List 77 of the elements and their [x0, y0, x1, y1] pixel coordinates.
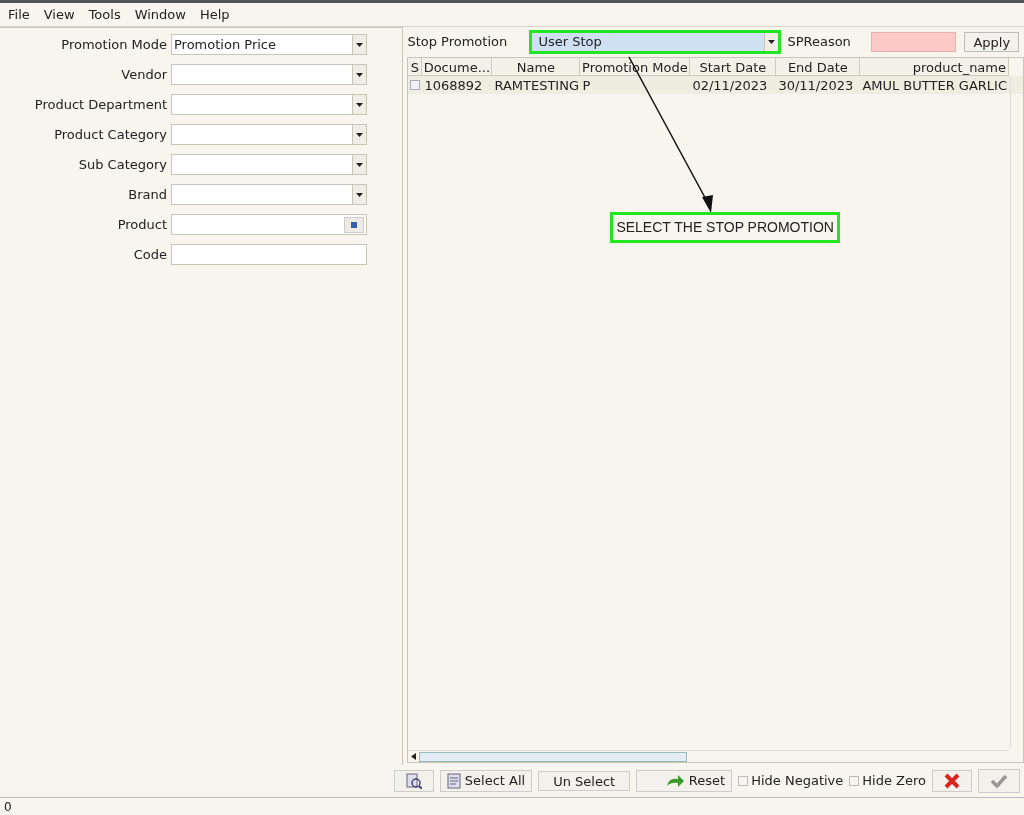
table-cell-text: 30/11/2023 [777, 77, 855, 94]
caret-icon [356, 192, 363, 197]
preview-button[interactable] [393, 770, 434, 792]
input-field[interactable] [171, 244, 367, 265]
caret-icon [356, 42, 363, 47]
menu-item[interactable]: Help [199, 4, 230, 25]
dropdown-field[interactable] [171, 184, 367, 205]
dropdown-field[interactable] [171, 124, 367, 145]
checkmark-icon [990, 774, 1008, 788]
field-label: Product Department [33, 95, 167, 114]
dropdown-value: Promotion Price [173, 35, 277, 54]
dropdown-button[interactable] [352, 155, 366, 174]
checkbox-label: Hide Zero [862, 772, 926, 791]
redo-arrow-icon [664, 774, 685, 788]
caret-icon [768, 40, 776, 44]
cancel-button[interactable] [932, 770, 972, 792]
field-label: SPReason [787, 33, 852, 52]
column-header[interactable]: product_name [860, 58, 1009, 76]
table-cell-text: 02/11/2023 [691, 77, 769, 94]
dropdown-field[interactable] [171, 64, 367, 85]
field-label: Brand [127, 185, 167, 204]
caret-icon [356, 72, 363, 77]
field-label: Stop Promotion [407, 33, 509, 52]
ok-button[interactable] [978, 769, 1020, 793]
menu-item[interactable]: Tools [88, 4, 121, 25]
field-label: Sub Category [77, 155, 167, 174]
caret-icon [356, 162, 363, 167]
column-header[interactable]: Docume... [422, 58, 493, 76]
horizontal-scrollbar[interactable] [408, 750, 1009, 762]
input-field[interactable] [871, 32, 957, 52]
menu-item[interactable]: File [8, 4, 30, 25]
table-cell-text: RAMTESTING [493, 77, 580, 94]
select-all-button[interactable]: Select All [439, 770, 533, 792]
magnifier-icon [405, 773, 422, 789]
dropdown-button[interactable] [352, 125, 366, 144]
dropdown-value: User Stop [537, 33, 603, 52]
dropdown-button[interactable] [352, 65, 366, 84]
column-header[interactable]: Name [492, 58, 581, 76]
document-icon [446, 773, 461, 789]
caret-icon [356, 132, 363, 137]
dropdown-field[interactable]: User Stop [529, 30, 782, 54]
reset-button[interactable]: Reset [636, 770, 733, 792]
field-label: Promotion Mode [60, 35, 167, 54]
dropdown-field[interactable] [171, 94, 367, 115]
annotation-label: SELECT THE STOP PROMOTION [610, 212, 840, 243]
dropdown-button[interactable] [352, 35, 366, 54]
unselect-button[interactable]: Un Select [538, 771, 631, 791]
column-header[interactable]: S [408, 58, 423, 76]
row-checkbox[interactable] [410, 80, 421, 90]
caret-icon [356, 102, 363, 107]
close-icon [944, 773, 960, 789]
lookup-field[interactable] [171, 214, 367, 235]
apply-button[interactable]: Apply [964, 32, 1020, 52]
lookup-button[interactable] [344, 216, 364, 233]
square-icon [351, 221, 357, 228]
field-label: Product Category [53, 125, 167, 144]
table-cell-text: AMUL BUTTER GARLIC [861, 77, 1008, 94]
menu-item[interactable]: View [43, 4, 75, 25]
dropdown-field[interactable] [171, 154, 367, 175]
field-label: Vendor [120, 65, 167, 84]
menu-item[interactable]: Window [134, 4, 186, 25]
left-arrow-icon[interactable] [411, 753, 417, 760]
field-label: Product [116, 215, 167, 234]
checkbox[interactable] [849, 776, 860, 786]
field-label: Code [132, 245, 167, 264]
scroll-thumb[interactable] [419, 751, 688, 762]
checkbox[interactable] [738, 776, 749, 786]
checkbox-label: Hide Negative [751, 772, 844, 791]
dropdown-button[interactable] [764, 33, 779, 51]
dropdown-button[interactable] [352, 185, 366, 204]
column-header[interactable]: End Date [776, 58, 861, 76]
status-bar: 0 [0, 797, 1024, 815]
column-header[interactable]: Start Date [690, 58, 777, 76]
dropdown-button[interactable] [352, 95, 366, 114]
dropdown-field[interactable]: Promotion Price [171, 34, 367, 55]
table-cell-text: P [581, 77, 592, 94]
table-cell-text: 1068892 [423, 77, 484, 94]
